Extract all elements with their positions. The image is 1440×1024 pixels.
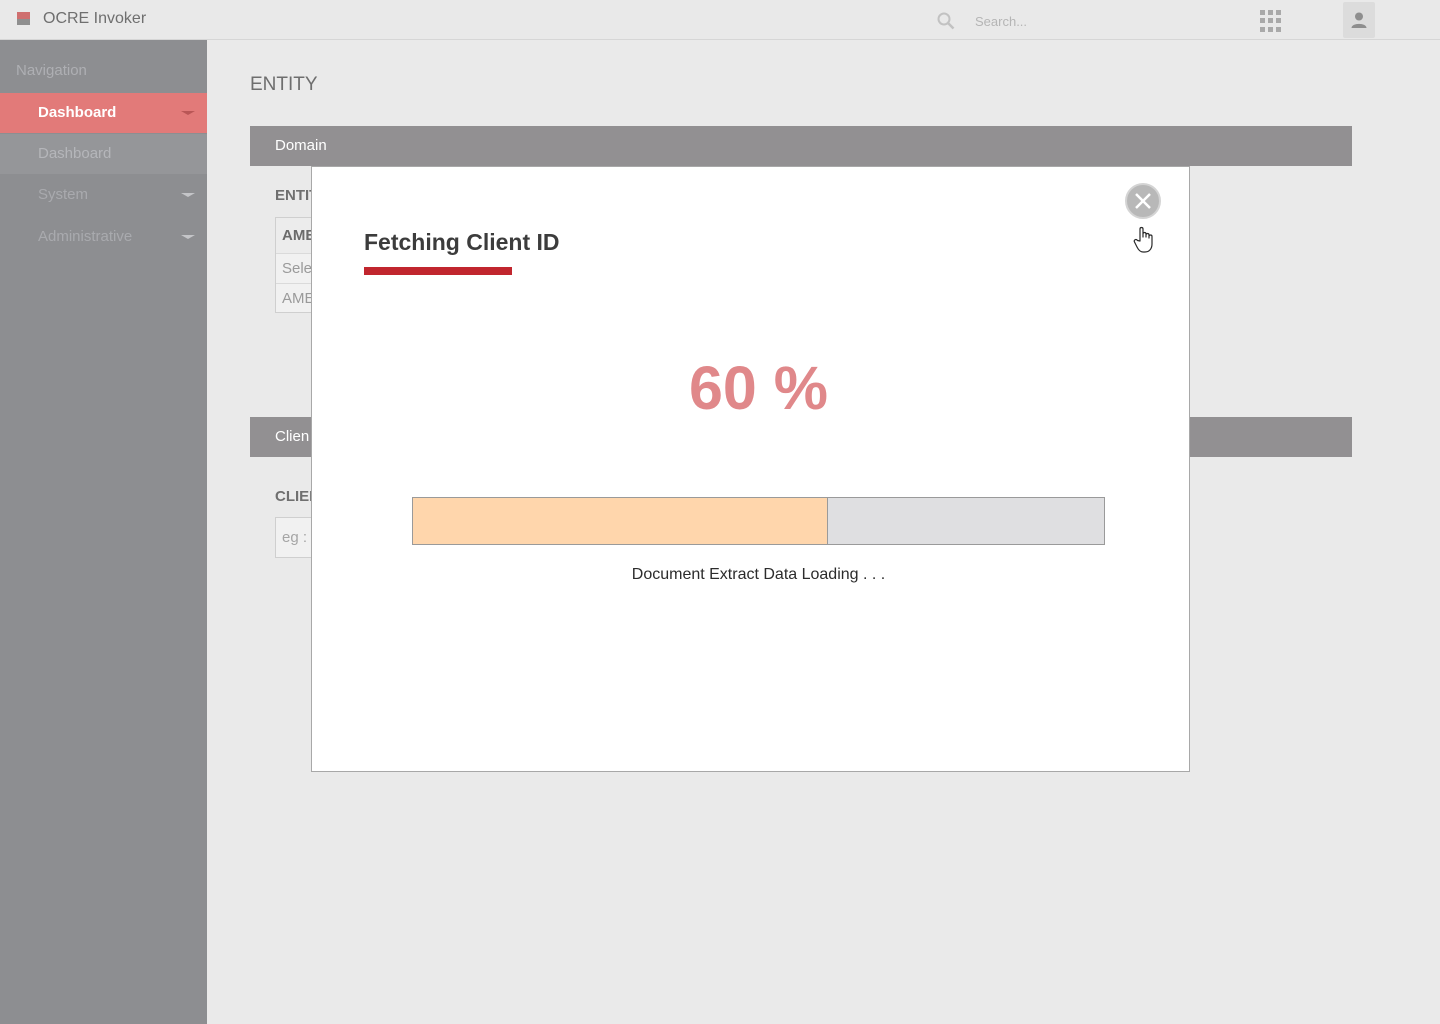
sidebar-item-system[interactable]: System <box>0 175 207 215</box>
progress-bar-fill <box>413 498 828 544</box>
select-option[interactable]: Sele <box>276 254 314 284</box>
sidebar: Navigation Dashboard Dashboard System Ad… <box>0 40 207 1024</box>
nav-heading: Navigation <box>16 62 87 79</box>
sidebar-item-administrative[interactable]: Administrative <box>0 217 207 257</box>
user-account-button[interactable] <box>1343 2 1375 38</box>
client-field-label: CLIEI <box>275 488 314 505</box>
close-button[interactable] <box>1125 183 1161 219</box>
hand-pointer-icon <box>1133 226 1153 253</box>
app-title: OCRE Invoker <box>43 10 147 27</box>
progress-bar <box>412 497 1105 545</box>
sidebar-item-dashboard[interactable]: Dashboard <box>0 93 207 133</box>
sidebar-item-label: Dashboard <box>38 104 117 121</box>
progress-percentage: 60 % <box>688 354 829 422</box>
title-underline <box>364 267 512 275</box>
apps-grid-icon[interactable] <box>1260 10 1282 32</box>
modal-title: Fetching Client ID <box>364 229 560 255</box>
sidebar-item-label: Dashboard <box>38 145 112 162</box>
fetching-modal: Fetching Client ID 60 % Document Extract… <box>311 166 1190 772</box>
client-id-input[interactable]: eg : <box>275 517 315 558</box>
close-icon <box>1135 193 1151 209</box>
domain-panel-header: Domain <box>250 126 1352 166</box>
app-logo-icon <box>17 12 30 25</box>
chevron-down-icon <box>181 193 195 197</box>
sidebar-subitem-dashboard[interactable]: Dashboard <box>0 134 207 174</box>
search-icon[interactable] <box>937 12 955 30</box>
sidebar-item-label: System <box>38 186 89 203</box>
page-title: ENTITY <box>250 74 318 95</box>
select-option[interactable]: AME <box>276 284 314 312</box>
loading-status-text: Document Extract Data Loading . . . <box>631 566 886 583</box>
sidebar-item-label: Administrative <box>38 228 133 245</box>
entity-select-list[interactable]: AME Sele AME <box>275 217 315 313</box>
search-input[interactable] <box>965 8 1165 34</box>
chevron-down-icon <box>181 235 195 239</box>
top-bar: OCRE Invoker <box>0 0 1440 40</box>
select-option[interactable]: AME <box>276 218 314 254</box>
user-icon <box>1351 12 1367 28</box>
chevron-down-icon <box>181 111 195 115</box>
